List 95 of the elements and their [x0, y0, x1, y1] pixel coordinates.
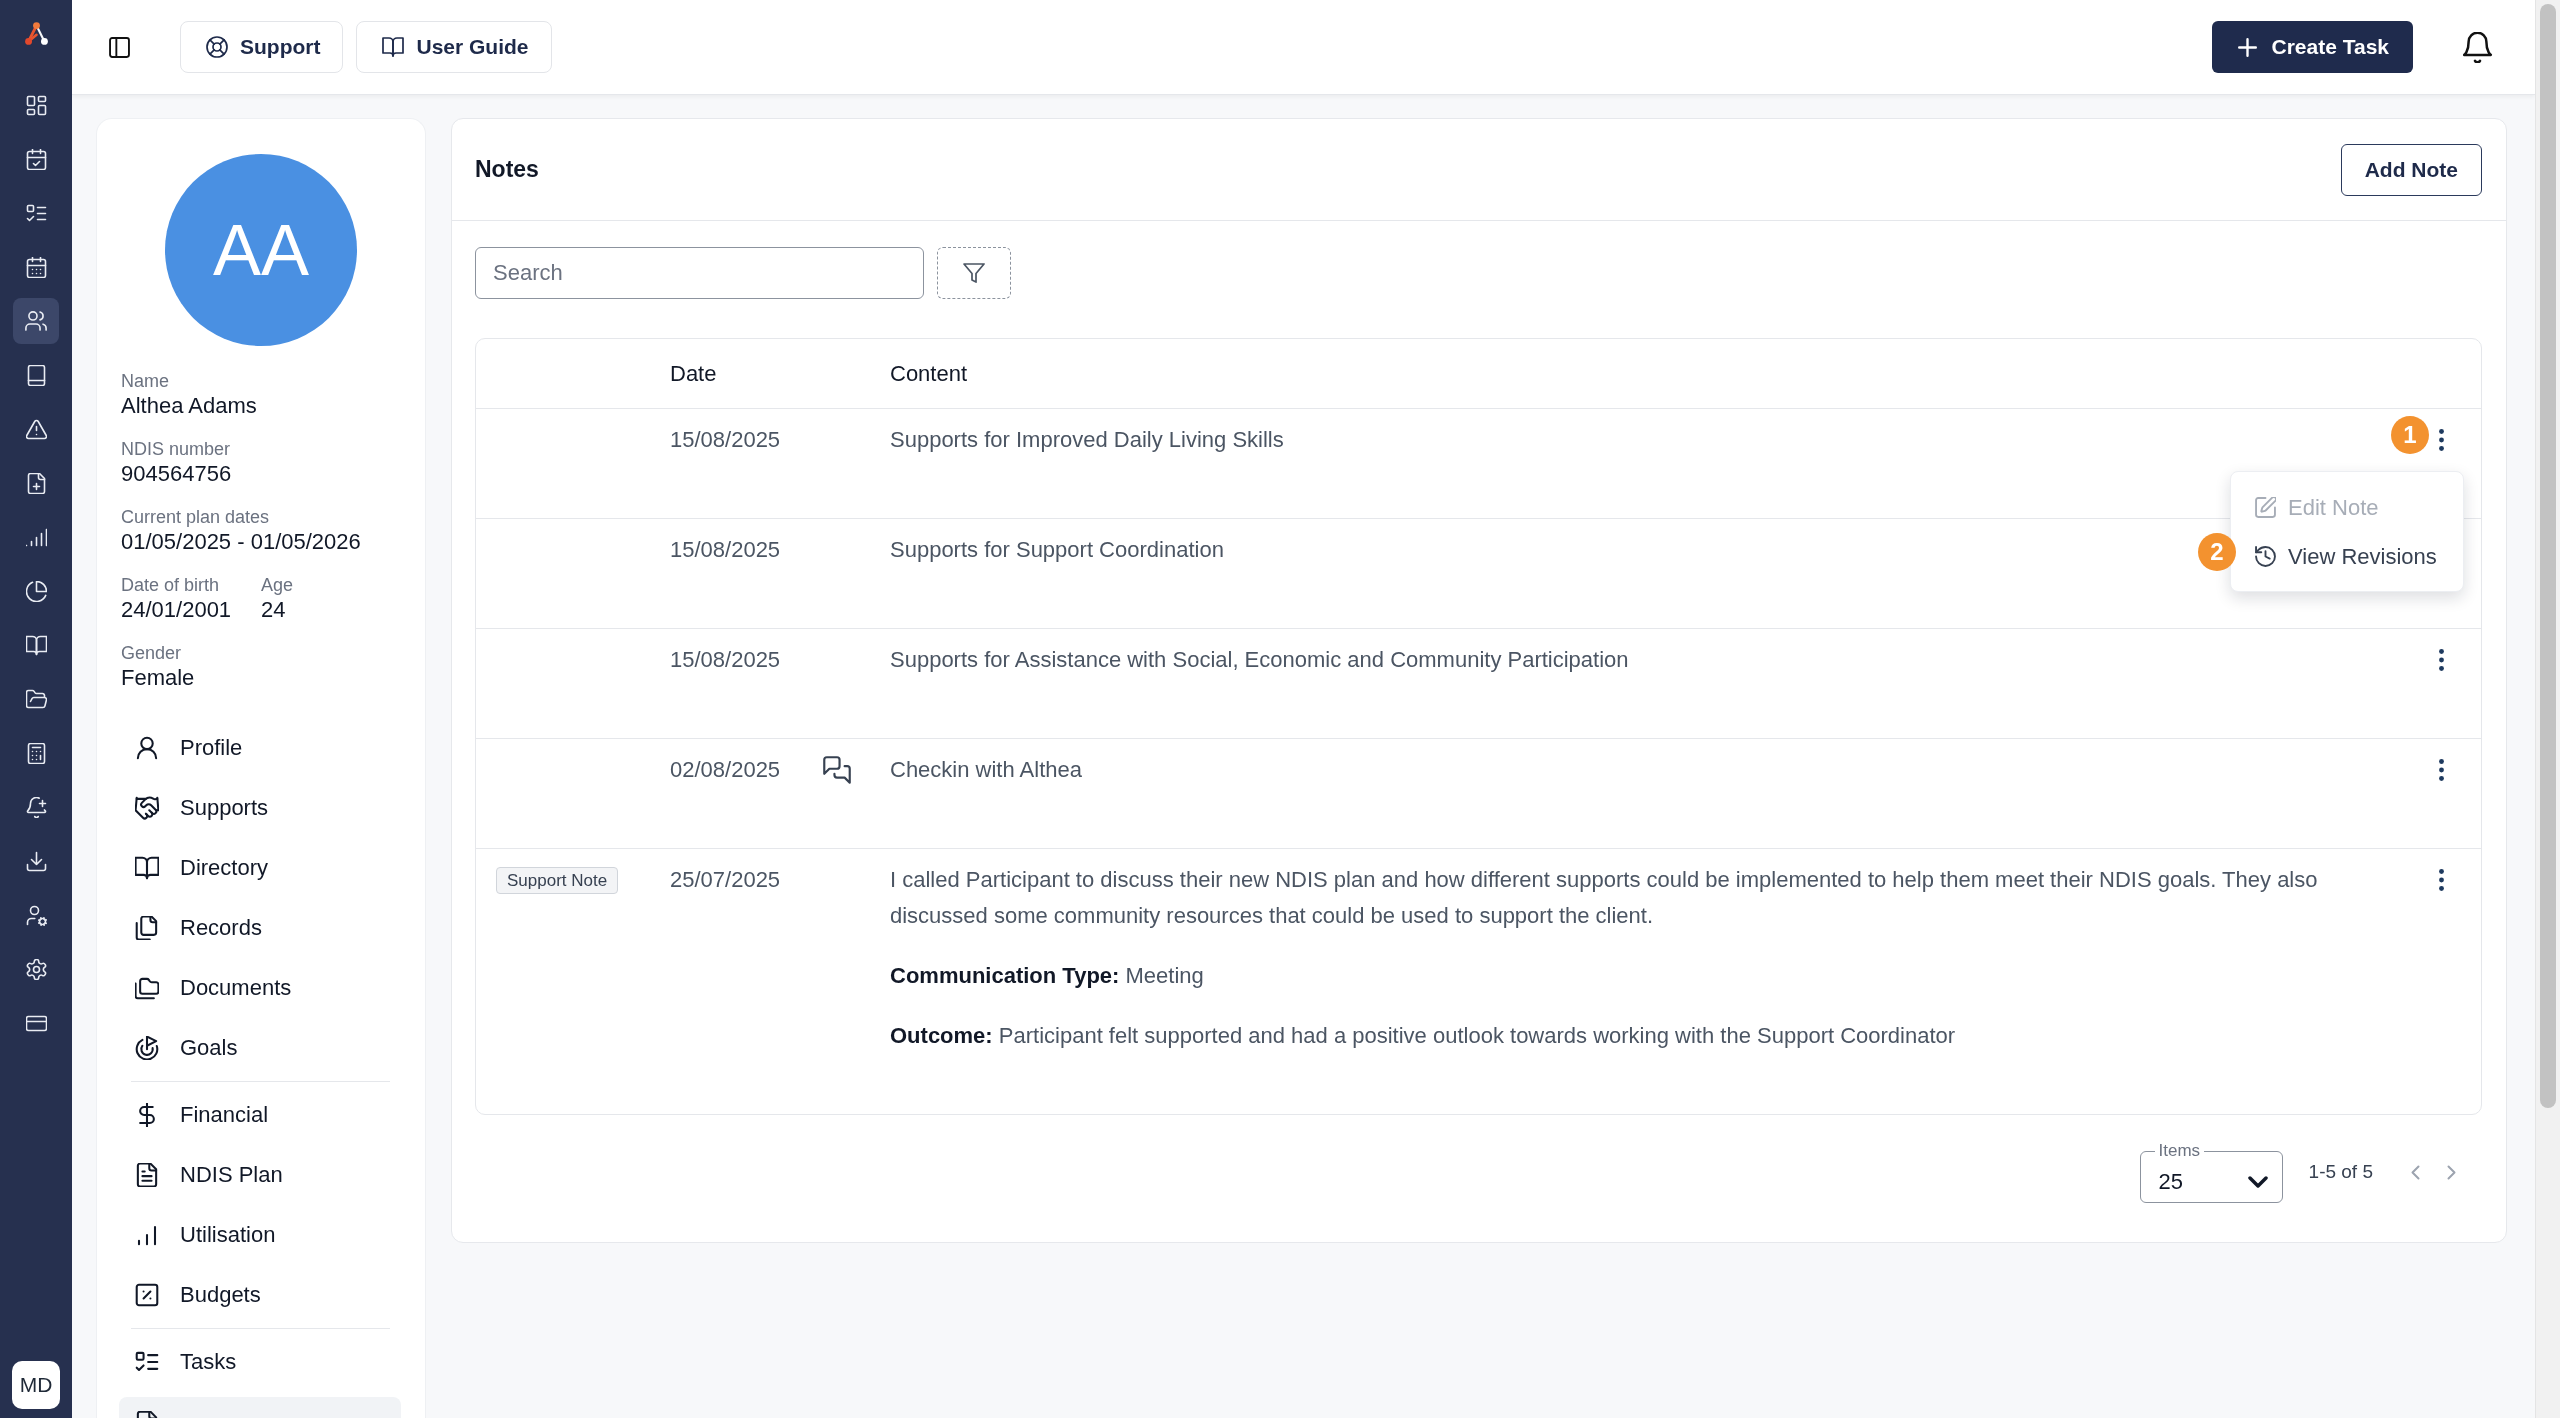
filter-button[interactable]	[937, 247, 1011, 299]
calculator-icon[interactable]	[25, 742, 47, 764]
note-text: Checkin with Althea	[890, 756, 1082, 784]
note-text: Supports for Improved Daily Living Skills	[890, 426, 1284, 454]
nav-item[interactable]: Documents	[119, 963, 401, 1013]
header-link-button[interactable]: User Guide	[356, 21, 552, 73]
users-icon[interactable]	[13, 298, 59, 344]
open-book-icon	[135, 856, 159, 880]
nav-item[interactable]: Goals	[119, 1023, 401, 1073]
nav-item[interactable]: Tasks	[119, 1337, 401, 1387]
settings-icon[interactable]	[25, 958, 47, 980]
header-link-button[interactable]: Support	[180, 21, 344, 73]
create-task-button[interactable]: Create Task	[2212, 21, 2413, 73]
page-range: 1-5 of 5	[2308, 1161, 2373, 1183]
patient-avatar: AA	[165, 154, 357, 346]
checklist-icon[interactable]	[25, 202, 47, 224]
notebook-icon[interactable]	[25, 364, 47, 386]
bell-plus-icon[interactable]	[25, 796, 47, 818]
field-label: NDIS number	[121, 438, 231, 460]
field-value: Althea Adams	[121, 392, 257, 420]
file-plus-icon[interactable]	[25, 472, 47, 494]
handshake-icon	[135, 796, 159, 820]
nav-item[interactable]: NDIS Plan	[119, 1150, 401, 1200]
nav-item[interactable]: Financial	[119, 1090, 401, 1140]
panel-title: Notes	[475, 156, 539, 183]
pie-chart-icon[interactable]	[25, 580, 47, 602]
sidebar-toggle-icon[interactable]	[109, 36, 130, 58]
field-value: 24	[261, 596, 286, 624]
user-settings-icon[interactable]	[25, 904, 47, 926]
note-text: I called Participant to discuss their new NDIS plan and how different supports could be implemented to help them meet their NDIS goals. They also discussed some community resources that could be used to support the client.	[890, 866, 2319, 930]
field-value: 24/01/2001	[121, 596, 232, 624]
items-per-page-select[interactable]: Items 25	[2139, 1141, 2283, 1203]
menu-item[interactable]: View Revisions	[2238, 532, 2463, 581]
nav-item[interactable]: Supports	[119, 783, 401, 833]
note-date: 15/08/2025	[670, 647, 781, 672]
note-date: 15/08/2025	[670, 537, 781, 562]
step-marker: 1	[2391, 416, 2429, 454]
calendar-icon[interactable]	[25, 256, 47, 278]
bell-icon[interactable]	[2462, 31, 2493, 63]
more-options-icon[interactable]	[2438, 869, 2444, 891]
step-marker: 2	[2198, 533, 2236, 571]
search-field[interactable]: Search	[475, 247, 924, 299]
field-value: 904564756	[121, 460, 232, 488]
calendar-check-icon[interactable]	[25, 148, 47, 170]
chevron-down-icon	[2247, 1175, 2268, 1188]
field-value: Female	[121, 664, 195, 692]
note-text: Supports for Assistance with Social, Economic and Community Participation	[890, 646, 1629, 674]
note-text: Outcome: Participant felt supported and had a positive outlook towards working with the Support Coordinator	[890, 1022, 1956, 1050]
field-label: Current plan dates	[121, 506, 270, 528]
signal-bars-icon[interactable]	[25, 526, 47, 548]
nav-item[interactable]: Utilisation	[119, 1210, 401, 1260]
user-avatar[interactable]: MD	[12, 1361, 60, 1409]
note-text: Communication Type: Meeting	[890, 962, 1204, 990]
logo-icon	[24, 22, 48, 45]
field-label: Date of birth	[121, 574, 220, 596]
more-options-icon[interactable]	[2438, 429, 2444, 451]
dashboard-icon[interactable]	[25, 94, 47, 116]
nav-item[interactable]: Budgets	[119, 1270, 401, 1320]
life-buoy-icon	[206, 36, 228, 58]
note-date: 15/08/2025	[670, 427, 781, 452]
more-options-icon[interactable]	[2438, 649, 2444, 671]
more-options-icon[interactable]	[2438, 759, 2444, 781]
scrollbar-thumb[interactable]	[2540, 4, 2556, 1108]
folder-icon[interactable]	[25, 688, 47, 710]
plus-icon	[2238, 37, 2258, 57]
field-label: Name	[121, 370, 169, 392]
note-text: Supports for Support Coordination	[890, 536, 1224, 564]
document-icon	[135, 1411, 159, 1418]
checklist-icon	[135, 1350, 159, 1374]
edit-icon	[2255, 497, 2276, 518]
nav-item[interactable]: Records	[119, 903, 401, 953]
note-type-badge: Support Note	[496, 866, 619, 894]
note-date: 02/08/2025	[670, 757, 781, 782]
field-label: Age	[261, 574, 294, 596]
open-book-icon[interactable]	[25, 634, 47, 656]
field-label: Gender	[121, 642, 182, 664]
nav-item[interactable]: Profile	[119, 723, 401, 773]
column-header: Date	[670, 360, 717, 386]
files-icon	[135, 916, 159, 940]
person-icon	[135, 736, 159, 760]
warning-icon[interactable]	[25, 418, 47, 440]
percent-icon	[135, 1283, 159, 1307]
document-icon	[135, 1163, 159, 1187]
open-book-icon	[382, 36, 405, 58]
download-icon[interactable]	[25, 850, 47, 872]
nav-item[interactable]: Directory	[119, 843, 401, 893]
column-header: Content	[890, 360, 968, 386]
add-note-button[interactable]: Add Note	[2340, 143, 2482, 196]
bar-chart-icon	[135, 1223, 159, 1247]
field-value: 01/05/2025 - 01/05/2026	[121, 528, 361, 556]
note-date: 25/07/2025	[670, 867, 781, 892]
folders-icon	[135, 976, 159, 1000]
target-icon	[135, 1036, 159, 1060]
filter-icon	[963, 263, 985, 283]
history-icon	[2255, 546, 2276, 567]
